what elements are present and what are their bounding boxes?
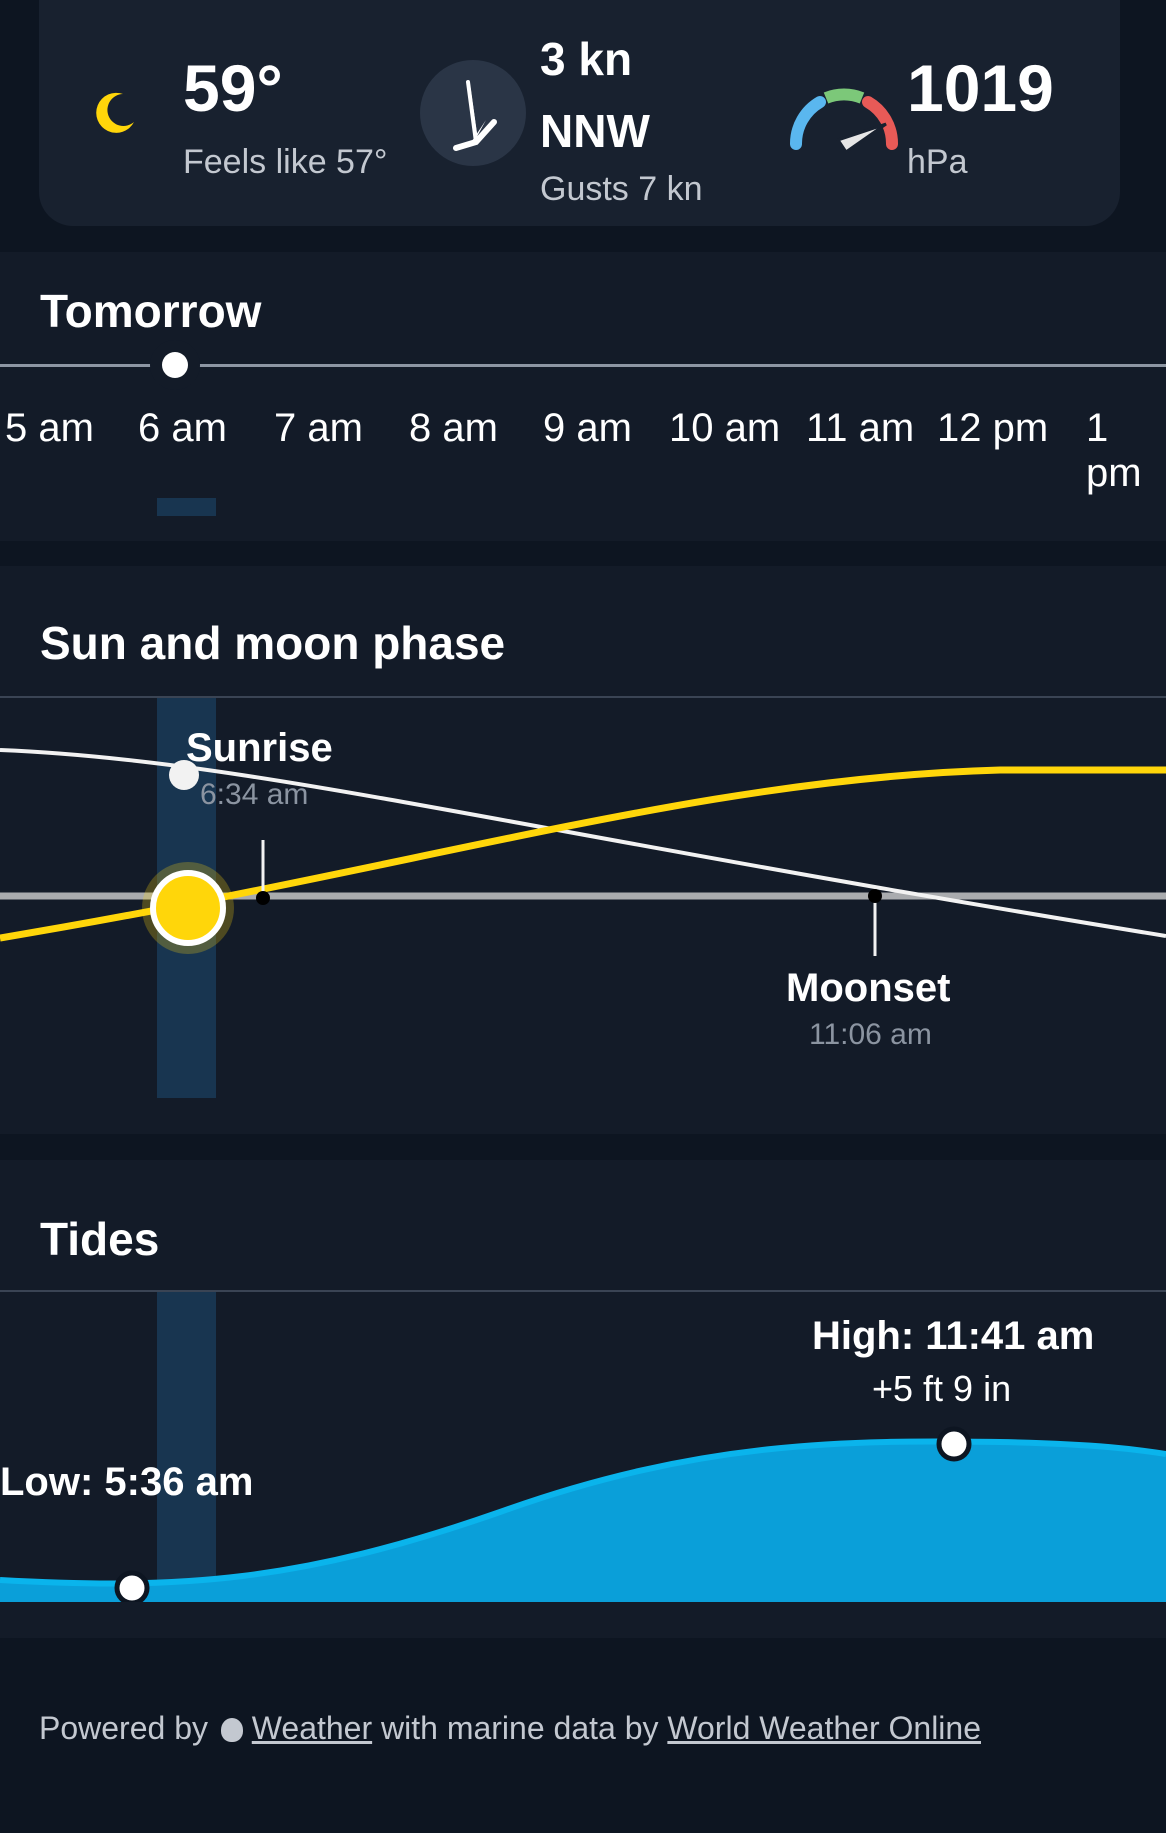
feels-like-text: Feels like 57° [183, 143, 388, 181]
hour-label: 10 am [669, 406, 781, 450]
pressure-unit: hPa [907, 143, 968, 181]
wind-direction-value: NNW [540, 105, 650, 157]
hour-label: 9 am [543, 406, 632, 450]
pressure-value: 1019 [907, 51, 1054, 125]
apple-logo-icon [220, 1718, 243, 1742]
highlight-column [157, 498, 216, 516]
powered-by-text: Powered by [39, 1710, 208, 1746]
sunrise-marker [256, 891, 270, 905]
low-tide-marker [114, 1570, 150, 1602]
tomorrow-title: Tomorrow [40, 285, 262, 337]
sun-moon-title: Sun and moon phase [40, 617, 506, 669]
tides-title: Tides [40, 1213, 160, 1265]
weather-link[interactable]: Weather [252, 1710, 372, 1746]
wind-speed-value: 3 kn [540, 33, 633, 85]
sunrise-label: Sunrise [186, 726, 333, 770]
world-weather-online-link[interactable]: World Weather Online [667, 1710, 981, 1746]
sun-moon-graph [0, 748, 1166, 956]
low-tide-label: Low: 5:36 am [0, 1460, 254, 1504]
hour-label: 8 am [409, 406, 498, 450]
moonset-marker [868, 889, 882, 903]
high-tide-height: +5 ft 9 in [872, 1368, 1012, 1409]
hour-label: 6 am [138, 406, 227, 450]
hour-label: 5 am [5, 406, 94, 450]
pressure-gauge-icon [789, 88, 899, 154]
attribution-footer: Powered by Weather with marine data by W… [39, 1710, 981, 1747]
high-tide-marker [936, 1426, 972, 1462]
moonset-time: 11:06 am [809, 1018, 932, 1051]
gusts-text: Gusts 7 kn [540, 170, 703, 208]
crescent-moon-icon [96, 92, 134, 133]
temperature-value: 59° [183, 51, 283, 125]
sunrise-time: 6:34 am [200, 778, 309, 811]
hour-label: 1 pm [1086, 406, 1142, 495]
sun-position-icon [150, 870, 226, 946]
high-tide-label: High: 11:41 am [812, 1314, 1095, 1358]
wind-arrow-icon [453, 80, 497, 151]
hour-label: 12 pm [937, 406, 1049, 450]
marine-data-text: with marine data by [381, 1710, 659, 1746]
hour-label: 7 am [274, 406, 363, 450]
timeline-indicator-dot[interactable] [162, 352, 188, 378]
moonset-label: Moonset [786, 966, 951, 1010]
hour-label: 11 am [806, 406, 915, 450]
wind-direction-dial [420, 60, 526, 166]
